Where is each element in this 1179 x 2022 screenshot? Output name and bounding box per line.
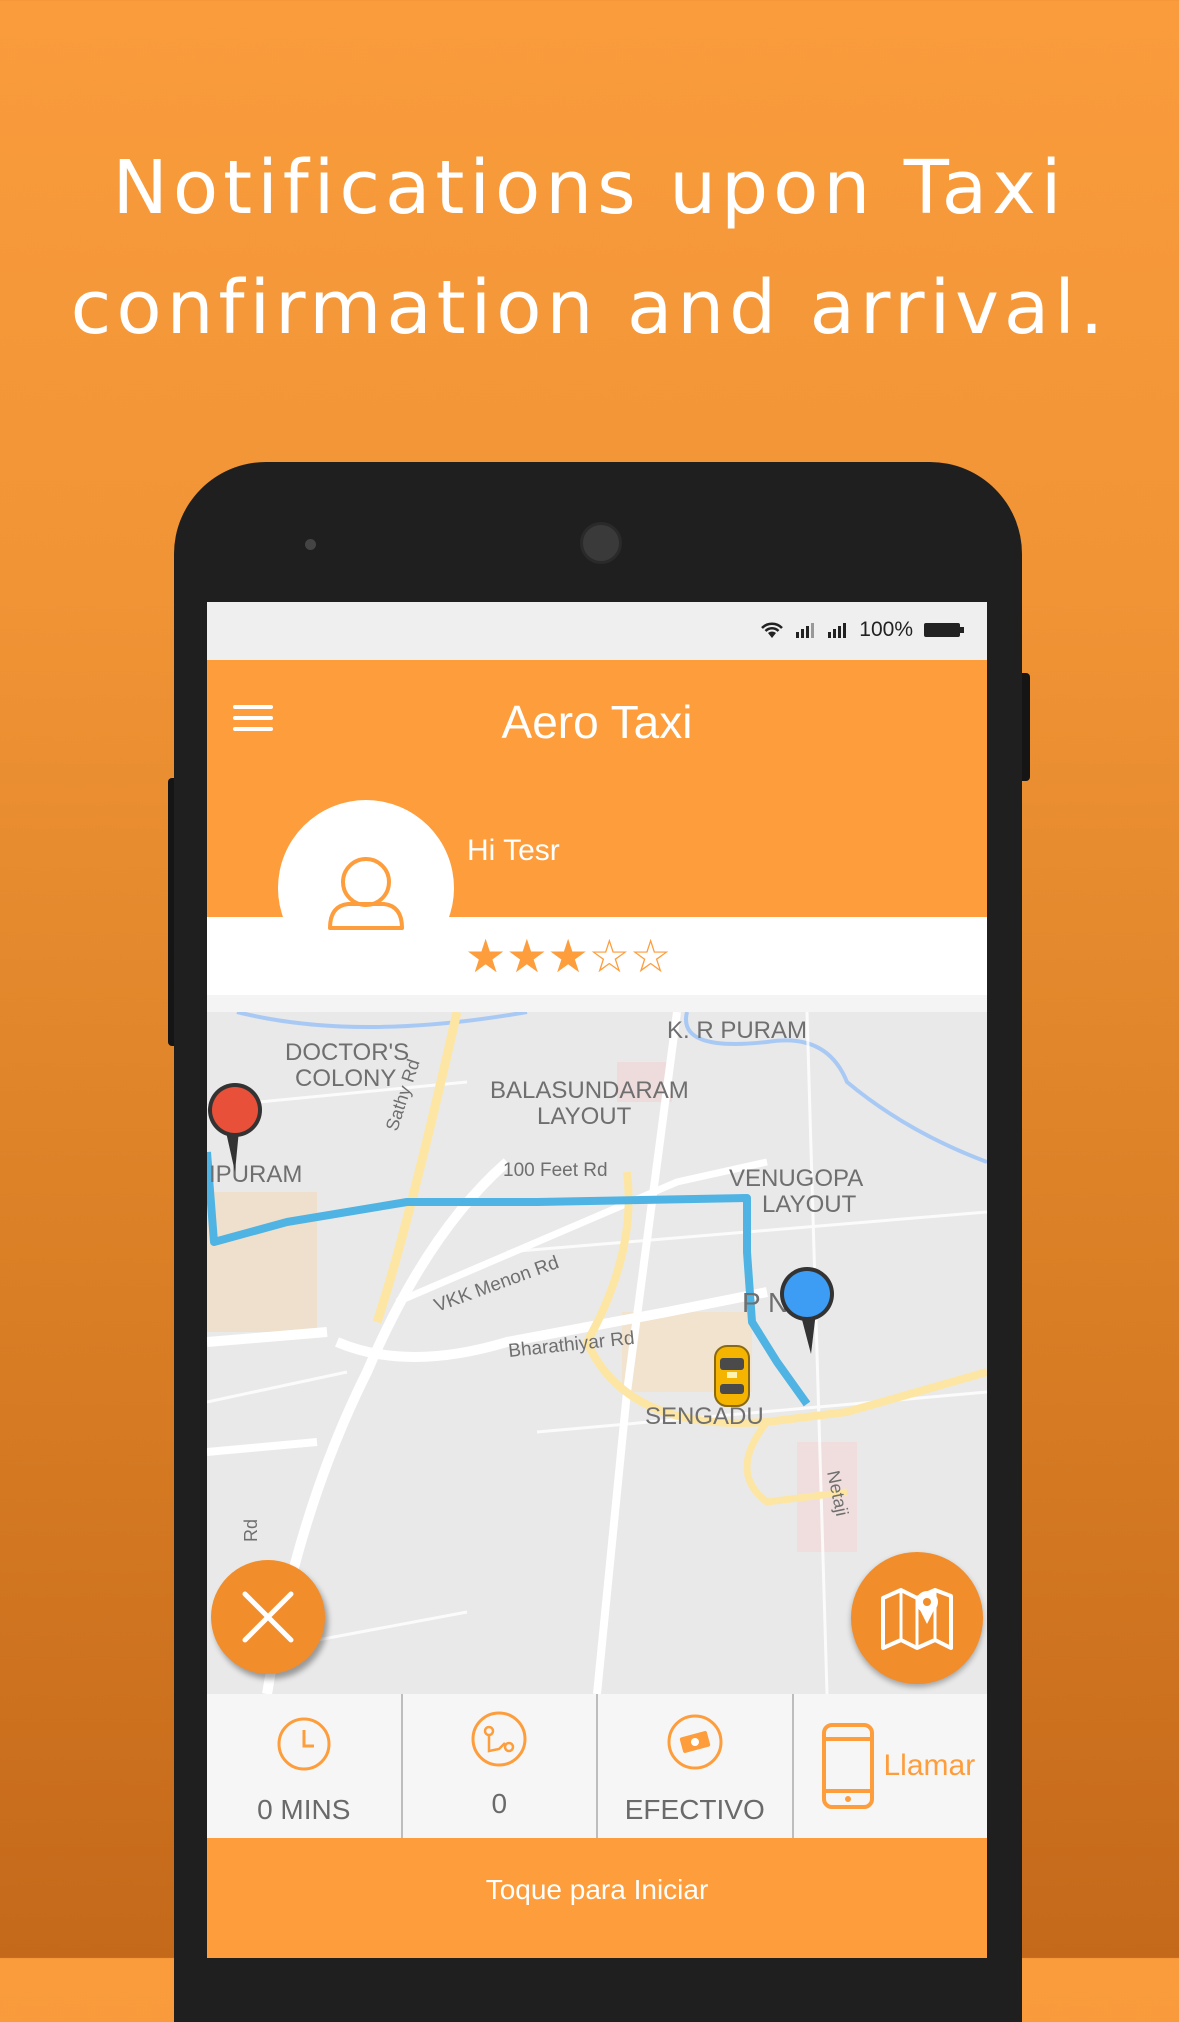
phone-screen: 100% Aero Taxi Hi Tesr ★ ★ ★ ☆ ☆ K. R PU…: [207, 602, 987, 1958]
trip-distance-label: 0: [491, 1788, 508, 1819]
headline-line-2: confirmation and arrival.: [70, 265, 1109, 351]
start-trip-button[interactable]: Toque para Iniciar: [207, 1838, 987, 1958]
route-distance-icon: [471, 1711, 527, 1767]
app-title: Aero Taxi: [501, 696, 693, 748]
payment-method-label: EFECTIVO: [624, 1794, 765, 1825]
trip-time-label: 0 MINS: [257, 1794, 351, 1825]
map-label-kr-puram: K. R PURAM: [667, 1017, 807, 1044]
status-bar: 100%: [207, 602, 987, 660]
map-view-button[interactable]: [851, 1552, 983, 1684]
map-label-balasundaram: BALASUNDARAM: [490, 1077, 689, 1104]
user-avatar-icon: [328, 857, 404, 930]
star-filled-icon: ★: [547, 929, 589, 983]
phone-sensor: [305, 539, 316, 550]
map-label-colony: COLONY: [295, 1065, 396, 1092]
star-filled-icon: ★: [465, 929, 507, 983]
battery-percent: 100%: [859, 618, 913, 641]
clock-icon: [277, 1717, 331, 1771]
signal-icon: [828, 623, 847, 638]
trip-time-cell: 0 MINS: [207, 1694, 401, 1838]
star-empty-icon: ☆: [588, 929, 630, 983]
map-label-balasundaram-layout: LAYOUT: [537, 1103, 632, 1130]
call-driver-button[interactable]: Llamar: [791, 1694, 988, 1838]
wifi-icon: [761, 622, 784, 638]
map-label-100-feet-rd: 100 Feet Rd: [503, 1160, 608, 1181]
hamburger-menu-icon[interactable]: [233, 700, 273, 740]
call-driver-label: Llamar: [883, 1749, 976, 1782]
phone-icon: [821, 1723, 874, 1809]
trip-info-bar: 0 MINS 0 EFECTIVO Llamar: [207, 1694, 987, 1838]
app-bar: Aero Taxi: [207, 660, 987, 788]
cash-icon: [667, 1714, 723, 1770]
map-label-venugopa: VENUGOPA: [729, 1165, 863, 1192]
phone-camera: [580, 522, 622, 564]
driver-avatar: [278, 800, 454, 976]
cancel-ride-button[interactable]: [211, 1560, 325, 1674]
map-label-venugopa-layout: LAYOUT: [762, 1191, 857, 1218]
trip-distance-cell: 0: [400, 1694, 597, 1838]
map-label-ipuram: IPURAM: [209, 1161, 302, 1188]
driver-greeting: Hi Tesr: [467, 834, 560, 867]
map-pin-icon: [881, 1588, 953, 1650]
star-empty-icon: ☆: [630, 929, 672, 983]
taxi-car-icon: [714, 1345, 750, 1407]
star-filled-icon: ★: [506, 929, 548, 983]
driver-rating-stars: ★ ★ ★ ☆ ☆: [465, 932, 671, 980]
promo-headline: Notifications upon Taxi confirmation and…: [0, 128, 1179, 368]
start-trip-label: Toque para Iniciar: [485, 1874, 709, 1905]
map-label-rd: Rd: [241, 1519, 261, 1542]
close-icon: [242, 1591, 294, 1643]
battery-icon: [924, 623, 964, 637]
map-label-doctors: DOCTOR'S: [285, 1039, 409, 1066]
headline-line-1: Notifications upon Taxi: [112, 145, 1067, 231]
map-label-sengadu: SENGADU: [645, 1403, 764, 1430]
signal-icon: [796, 623, 815, 638]
payment-method-cell: EFECTIVO: [596, 1694, 792, 1838]
